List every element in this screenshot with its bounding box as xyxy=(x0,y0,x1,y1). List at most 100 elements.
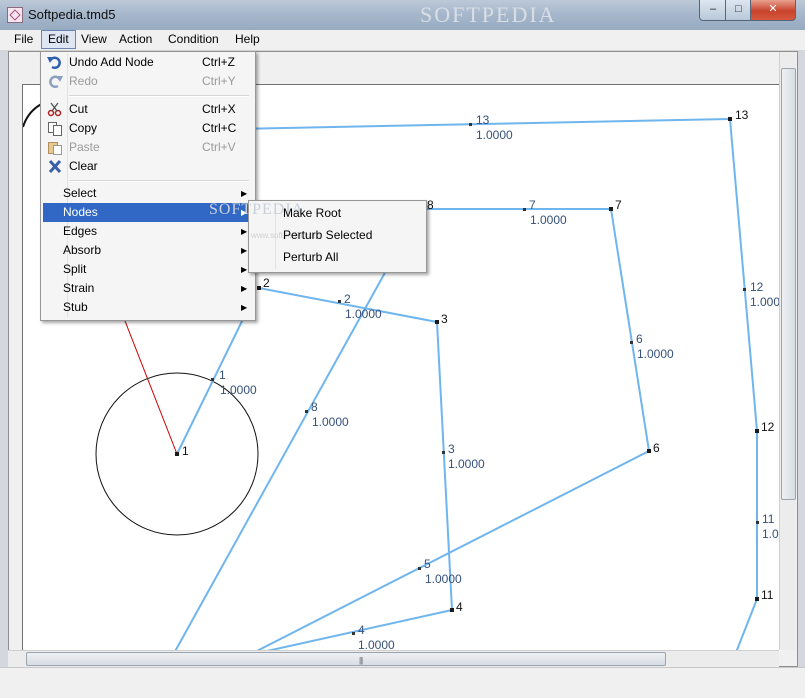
edge-marker-5 xyxy=(418,567,421,570)
edge-6[interactable] xyxy=(610,208,650,452)
edge-marker-3 xyxy=(442,451,445,454)
edge-label-8-weight: 1.0000 xyxy=(312,415,349,429)
minimize-button[interactable]: ‒ xyxy=(699,0,727,21)
edge-label-7-name: 7 xyxy=(529,198,536,212)
menu-bar: File Edit View Action Condition Help xyxy=(0,30,805,51)
menu-separator xyxy=(69,95,249,97)
node-3[interactable] xyxy=(435,320,439,324)
node-7[interactable] xyxy=(609,207,613,211)
edge-marker-12 xyxy=(743,288,746,291)
node-1[interactable] xyxy=(175,452,179,456)
node-label-1: 1 xyxy=(182,444,189,458)
edge-label-3-name: 3 xyxy=(448,442,455,456)
nodes-submenu: SOFTPEDIA www.softpedia.com Make Root Pe… xyxy=(209,200,427,273)
submenu-arrow-icon: ▶ xyxy=(241,284,248,293)
edge-10[interactable] xyxy=(735,598,758,651)
scroll-grip-icon: ||| xyxy=(359,656,363,665)
menu-perturb-selected-label: Perturb Selected xyxy=(283,228,373,242)
node-label-7: 7 xyxy=(615,198,622,212)
edge-8[interactable] xyxy=(173,268,388,651)
edge-label-4-name: 4 xyxy=(358,623,365,637)
edge-label-1-weight: 1.0000 xyxy=(220,383,257,397)
menu-perturb-selected[interactable]: Perturb Selected xyxy=(251,225,423,246)
menu-clear[interactable]: Clear xyxy=(43,157,251,176)
menu-edit[interactable]: Edit xyxy=(41,30,76,49)
menu-file[interactable]: File xyxy=(8,31,39,48)
node-11[interactable] xyxy=(755,597,759,601)
menu-split-label: Split xyxy=(63,262,87,276)
menu-undo[interactable]: Undo Add Node Ctrl+Z xyxy=(43,53,251,72)
edge-label-12-name: 12 xyxy=(750,280,764,294)
edge-label-5-name: 5 xyxy=(424,557,431,571)
node-2[interactable] xyxy=(257,286,261,290)
menu-cut-label: Cut xyxy=(69,102,88,116)
edge-label-3-weight: 1.0000 xyxy=(448,457,485,471)
vertical-scroll-thumb[interactable] xyxy=(781,68,796,500)
vertical-scrollbar[interactable] xyxy=(779,52,796,650)
title-bar: Softpedia.tmd5 SOFTPEDIA ‒ □ ✕ xyxy=(0,0,805,31)
edge-label-6-name: 6 xyxy=(636,332,643,346)
node-label-3: 3 xyxy=(441,312,448,326)
menu-undo-label: Undo Add Node xyxy=(69,55,154,69)
menu-redo-label: Redo xyxy=(69,74,98,88)
node-label-11: 11 xyxy=(761,588,774,602)
menu-clear-label: Clear xyxy=(69,159,98,173)
edge-label-5-weight: 1.0000 xyxy=(425,572,462,586)
node-label-12: 12 xyxy=(761,420,775,434)
node-label-6: 6 xyxy=(653,441,660,455)
edge-label-11-weight: 1.00 xyxy=(762,527,780,541)
menu-perturb-all[interactable]: Perturb All xyxy=(251,247,423,268)
node-12[interactable] xyxy=(755,429,759,433)
menu-make-root-label: Make Root xyxy=(283,206,342,220)
node-4[interactable] xyxy=(450,608,454,612)
copy-icon xyxy=(47,121,63,136)
menu-cut-shortcut: Ctrl+X xyxy=(202,102,236,116)
edge-marker-13 xyxy=(469,123,472,126)
edge-label-7-weight: 1.0000 xyxy=(530,213,567,227)
edge-label-8-name: 8 xyxy=(311,400,318,414)
menu-absorb-label: Absorb xyxy=(63,243,102,257)
menu-cut[interactable]: Cut Ctrl+X xyxy=(43,100,251,119)
menu-view[interactable]: View xyxy=(75,31,113,48)
edit-menu-dropdown: Undo Add Node Ctrl+Z Redo Ctrl+Y Cut Ctr… xyxy=(40,51,256,321)
edge-label-13-weight: 1.0000 xyxy=(476,128,513,142)
horizontal-scroll-thumb[interactable]: ||| xyxy=(26,652,666,666)
maximize-button[interactable]: □ xyxy=(725,0,752,21)
scissors-icon xyxy=(47,102,63,117)
menu-split[interactable]: Split ▶ xyxy=(43,260,251,279)
menu-strain[interactable]: Strain ▶ xyxy=(43,279,251,298)
edge-4[interactable] xyxy=(249,609,453,651)
edge-marker-4 xyxy=(352,632,355,635)
menu-help[interactable]: Help xyxy=(229,31,266,48)
menu-paste[interactable]: Paste Ctrl+V xyxy=(43,138,251,157)
radius-line xyxy=(124,320,178,455)
menu-copy[interactable]: Copy Ctrl+C xyxy=(43,119,251,138)
menu-make-root[interactable]: Make Root xyxy=(251,203,423,224)
status-bar xyxy=(0,667,805,698)
menu-condition[interactable]: Condition xyxy=(162,31,225,48)
menu-edges-label: Edges xyxy=(63,224,98,238)
menu-select-label: Select xyxy=(63,186,97,200)
node-6[interactable] xyxy=(647,449,651,453)
submenu-arrow-icon: ▶ xyxy=(241,246,248,255)
paste-icon xyxy=(47,140,63,155)
horizontal-scrollbar[interactable]: ||| xyxy=(8,650,779,667)
edge-label-2-name: 2 xyxy=(344,292,351,306)
menu-absorb[interactable]: Absorb ▶ xyxy=(43,241,251,260)
menu-edges[interactable]: Edges ▶ xyxy=(43,222,251,241)
menu-separator xyxy=(69,180,249,182)
node-13[interactable] xyxy=(728,117,732,121)
edge-label-2-weight: 1.0000 xyxy=(345,307,382,321)
edge-label-group: 1 1.0000 2 1.0000 3 1.0000 4 1.0000 5 1.… xyxy=(219,113,780,651)
menu-action[interactable]: Action xyxy=(113,31,158,48)
menu-stub[interactable]: Stub ▶ xyxy=(43,298,251,317)
edge-12[interactable] xyxy=(729,118,758,432)
submenu-arrow-icon: ▶ xyxy=(241,227,248,236)
menu-perturb-all-label: Perturb All xyxy=(283,250,339,264)
edge-label-6-weight: 1.0000 xyxy=(637,347,674,361)
clear-x-icon xyxy=(47,159,63,174)
menu-undo-shortcut: Ctrl+Z xyxy=(202,55,235,69)
menu-redo[interactable]: Redo Ctrl+Y xyxy=(43,72,251,91)
close-button[interactable]: ✕ xyxy=(750,0,796,21)
edge-marker-6 xyxy=(630,341,633,344)
